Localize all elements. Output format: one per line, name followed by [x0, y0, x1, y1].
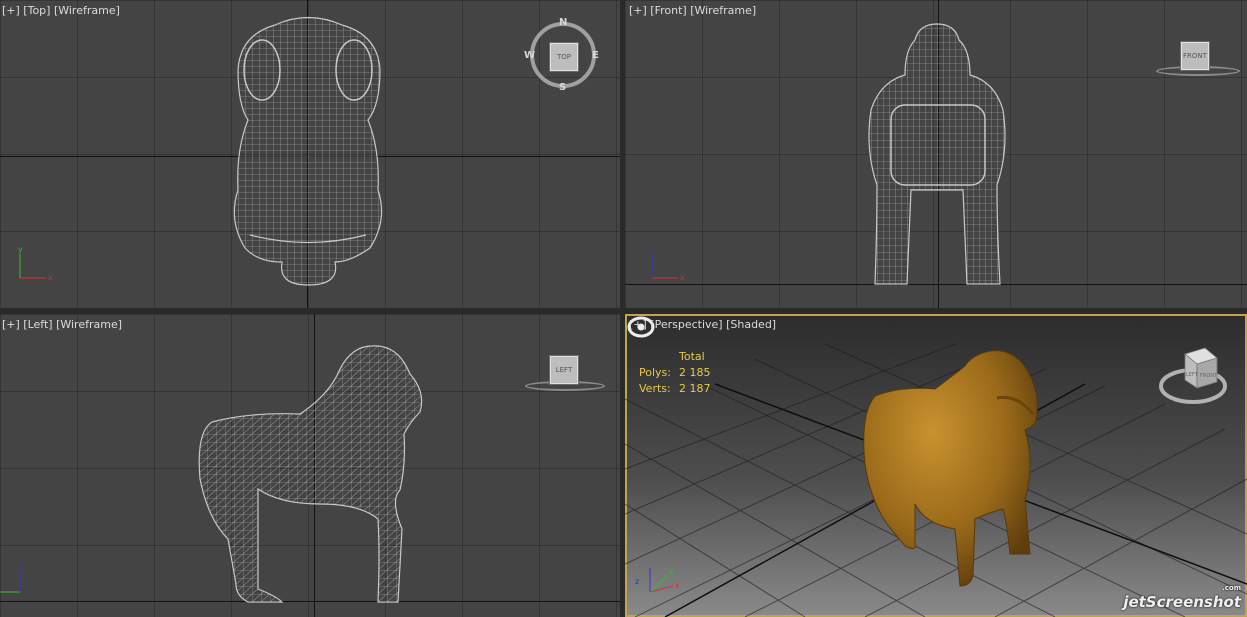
- axis-z-label: z: [650, 245, 654, 254]
- watermark: jetScreenshot .com: [1123, 584, 1241, 611]
- viewport-perspective[interactable]: x y z LEFT FRONT Total Polys: 2 185 Verts…: [625, 314, 1247, 617]
- compass-west[interactable]: W: [524, 50, 535, 61]
- stats-header: Total: [679, 350, 705, 363]
- viewcube-left-face[interactable]: LEFT: [549, 355, 579, 385]
- axis-tripod: x y: [18, 245, 53, 282]
- axis-x-label: x: [680, 273, 685, 282]
- verts-label: Verts:: [639, 382, 671, 395]
- viewport-top[interactable]: x y TOP N S E W [+] [Top] [Wireframe]: [0, 0, 620, 308]
- polys-value: 2 185: [679, 366, 711, 379]
- viewport-label-front[interactable]: [+] [Front] [Wireframe]: [629, 4, 756, 17]
- watermark-brand: jetScreenshot: [1123, 593, 1241, 611]
- viewport-label-top[interactable]: [+] [Top] [Wireframe]: [2, 4, 120, 17]
- compass-north[interactable]: N: [559, 17, 567, 28]
- viewport-label-perspective[interactable]: [+] [Perspective] [Shaded]: [629, 318, 776, 331]
- verts-value: 2 187: [679, 382, 711, 395]
- compass-south[interactable]: S: [559, 82, 566, 93]
- viewcube-front-face[interactable]: FRONT: [1180, 41, 1210, 71]
- axis-z-label: z: [18, 559, 22, 568]
- compass-east[interactable]: E: [592, 50, 599, 61]
- statistics-overlay: Total Polys: 2 185 Verts: 2 187: [639, 349, 739, 397]
- watermark-com: .com: [1222, 584, 1241, 592]
- axis-tripod: z: [0, 559, 22, 593]
- axis-y-label: y: [18, 245, 23, 254]
- viewcube-left-face: LEFT: [1186, 372, 1199, 378]
- viewport-front[interactable]: x z FRONT [+] [Front] [Wireframe]: [625, 0, 1247, 308]
- axis-tripod: x z: [650, 245, 685, 282]
- viewcube-front-face: FRONT: [1200, 373, 1218, 379]
- polys-label: Polys:: [639, 366, 671, 379]
- viewcube-top-face[interactable]: TOP: [549, 42, 579, 72]
- viewport-left[interactable]: z LEFT [+] [Left] [Wireframe]: [0, 314, 620, 617]
- axis-x-label: x: [48, 273, 53, 282]
- viewport-label-left[interactable]: [+] [Left] [Wireframe]: [2, 318, 122, 331]
